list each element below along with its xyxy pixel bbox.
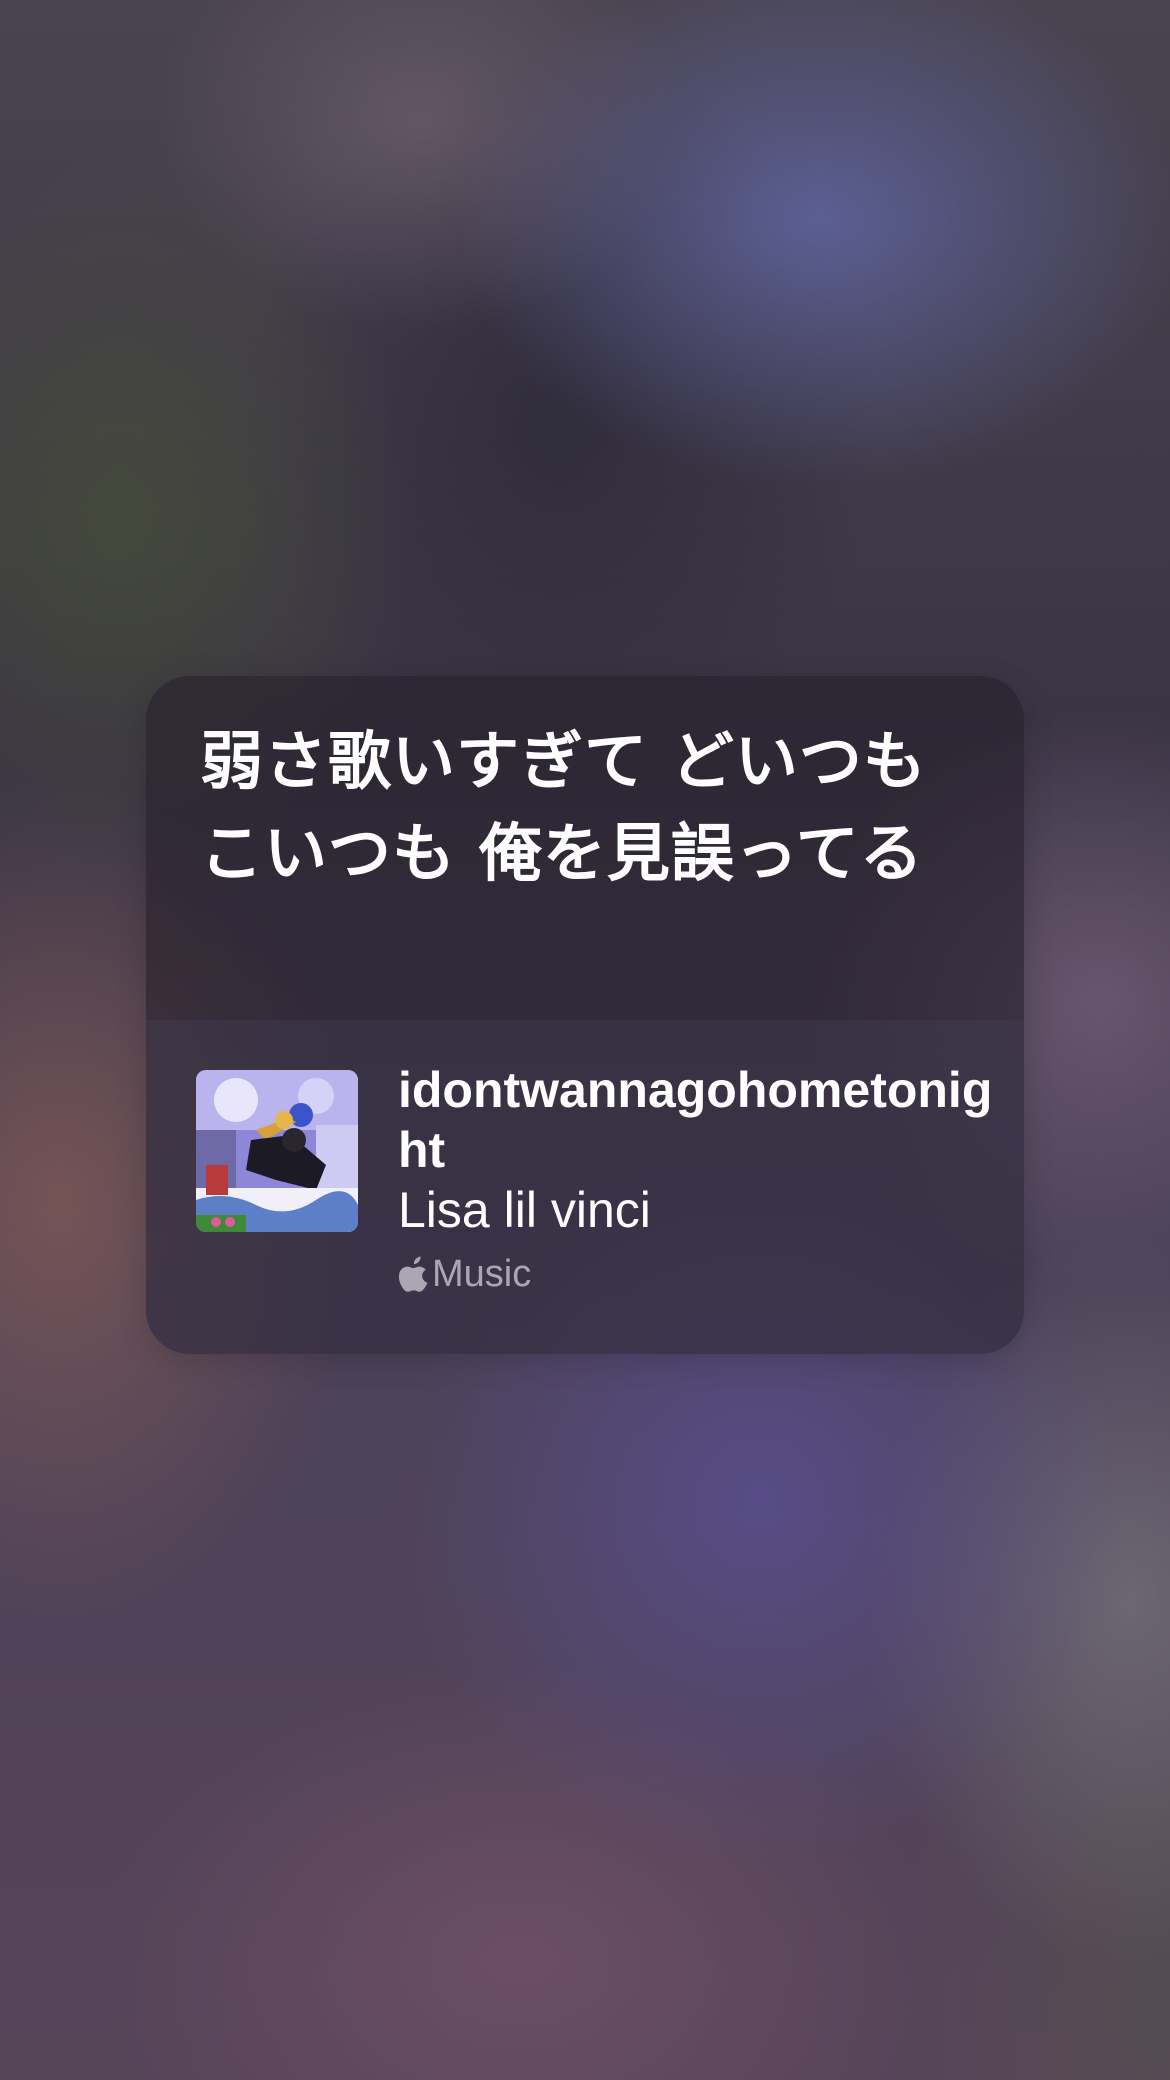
lyrics-share-card[interactable]: 弱さ歌いすぎて どいつも こいつも 俺を見誤ってる idontwannagoho… (146, 676, 1024, 1354)
apple-logo-icon (398, 1256, 428, 1292)
artist-name: Lisa lil vinci (398, 1182, 651, 1238)
lyric-text: 弱さ歌いすぎて どいつも こいつも 俺を見誤ってる (200, 725, 927, 890)
album-artwork (196, 1070, 358, 1232)
song-title: idontwannagohometonight (398, 1062, 993, 1178)
source-label: Music (432, 1252, 532, 1295)
song-info[interactable]: idontwannagohometonight Lisa lil vinci M… (146, 1020, 1024, 1354)
apple-music-label: Music (398, 1252, 531, 1296)
